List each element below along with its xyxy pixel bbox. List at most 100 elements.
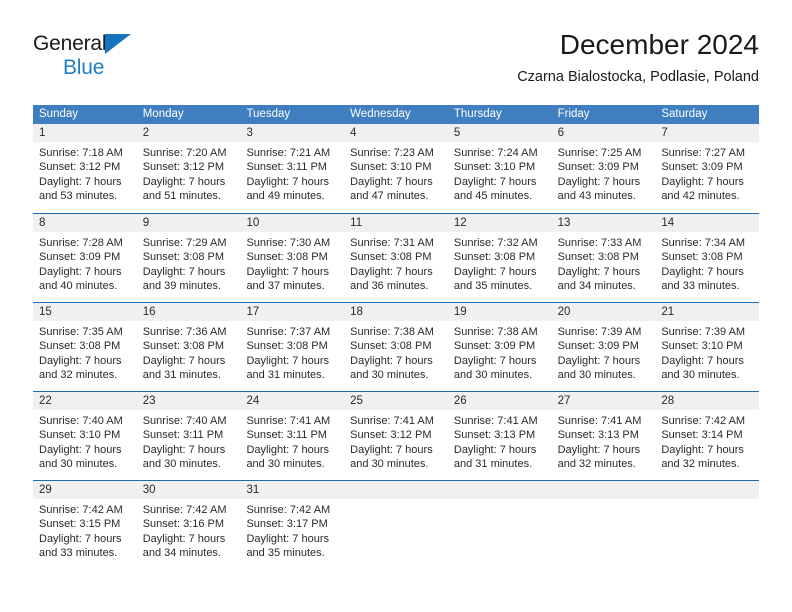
calendar-day-cell[interactable]: 13 Sunrise: 7:33 AM Sunset: 3:08 PM Dayligh… [551, 213, 656, 302]
day-number: 15 [39, 306, 52, 318]
calendar-day-cell[interactable]: 12 Sunrise: 7:32 AM Sunset: 3:08 PM Dayligh… [447, 213, 552, 302]
calendar-day-cell[interactable]: 6 Sunrise: 7:25 AM Sunset: 3:09 PM Daylight… [551, 124, 656, 213]
calendar-day-cell[interactable]: 1 Sunrise: 7:18 AM Sunset: 3:12 PM Daylight… [33, 124, 137, 213]
calendar-day-cell[interactable]: 24 Sunrise: 7:41 AM Sunset: 3:11 PM Dayligh… [240, 391, 345, 480]
daylight-duration-line2: and 30 minutes. [246, 458, 325, 471]
day-number-band: 29 [33, 481, 137, 499]
day-details: Sunrise: 7:21 AM Sunset: 3:11 PM Daylight:… [240, 142, 344, 204]
calendar-day-cell[interactable]: 18 Sunrise: 7:38 AM Sunset: 3:08 PM Dayligh… [344, 302, 448, 391]
daylight-duration-line1: Daylight: 7 hours [453, 354, 537, 367]
calendar-day-cell[interactable]: 19 Sunrise: 7:38 AM Sunset: 3:09 PM Dayligh… [447, 302, 552, 391]
sunrise-time: Sunrise: 7:38 AM [350, 326, 434, 338]
sunrise-time: Sunrise: 7:36 AM [142, 326, 227, 338]
calendar-day-cell[interactable]: 27 Sunrise: 7:41 AM Sunset: 3:13 PM Dayligh… [551, 391, 656, 480]
daylight-duration-line1: Daylight: 7 hours [557, 265, 641, 278]
day-number: 18 [350, 306, 363, 318]
sunrise-time: Sunrise: 7:40 AM [39, 415, 123, 427]
weekday-header-monday: Monday [142, 108, 184, 120]
day-number: 17 [246, 306, 260, 318]
day-number: 9 [142, 217, 150, 229]
calendar-day-cell[interactable]: 16 Sunrise: 7:36 AM Sunset: 3:08 PM Dayligh… [136, 302, 241, 391]
day-details: Sunrise: 7:36 AM Sunset: 3:08 PM Daylight:… [137, 321, 241, 383]
calendar-day-cell[interactable]: 3 Sunrise: 7:21 AM Sunset: 3:11 PM Daylight… [240, 124, 345, 213]
sunset-time: Sunset: 3:09 PM [453, 340, 536, 353]
calendar-day-cell[interactable]: 10 Sunrise: 7:30 AM Sunset: 3:08 PM Dayligh… [240, 213, 345, 302]
calendar-day-cell[interactable]: 28 Sunrise: 7:42 AM Sunset: 3:14 PM Dayligh… [655, 391, 760, 480]
daylight-duration-line1: Daylight: 7 hours [246, 354, 329, 367]
sunset-time: Sunset: 3:08 PM [557, 251, 639, 264]
day-details: Sunrise: 7:40 AM Sunset: 3:10 PM Daylight:… [33, 410, 137, 472]
daylight-duration-line2: and 30 minutes. [350, 458, 429, 471]
generalblue-logo: General Blue [33, 32, 233, 88]
day-details [655, 499, 759, 503]
calendar-day-cell[interactable]: 25 Sunrise: 7:41 AM Sunset: 3:12 PM Dayligh… [344, 391, 448, 480]
calendar-day-cell[interactable]: 15 Sunrise: 7:35 AM Sunset: 3:08 PM Dayligh… [33, 302, 137, 391]
day-number-band: 2 [136, 124, 241, 142]
calendar-week-row: 1 Sunrise: 7:18 AM Sunset: 3:12 PM Daylight… [33, 124, 760, 213]
calendar-day-cell[interactable]: 8 Sunrise: 7:28 AM Sunset: 3:09 PM Daylight… [33, 213, 137, 302]
calendar-day-cell[interactable]: 30 Sunrise: 7:42 AM Sunset: 3:16 PM Dayligh… [136, 480, 241, 569]
calendar-day-cell[interactable]: 5 Sunrise: 7:24 AM Sunset: 3:10 PM Daylight… [447, 124, 552, 213]
sunset-time: Sunset: 3:08 PM [246, 251, 328, 264]
day-number: 6 [557, 127, 564, 139]
sunrise-time: Sunrise: 7:20 AM [142, 147, 227, 159]
calendar-day-cell[interactable]: 7 Sunrise: 7:27 AM Sunset: 3:09 PM Daylight… [655, 124, 760, 213]
calendar-day-cell[interactable]: 9 Sunrise: 7:29 AM Sunset: 3:08 PM Daylight… [136, 213, 241, 302]
day-details: Sunrise: 7:38 AM Sunset: 3:09 PM Daylight:… [448, 321, 552, 383]
sunrise-time: Sunrise: 7:42 AM [142, 504, 227, 516]
daylight-duration-line2: and 36 minutes. [350, 280, 429, 293]
daylight-duration-line2: and 31 minutes. [142, 369, 221, 382]
sunset-time: Sunset: 3:11 PM [246, 161, 327, 174]
day-number: 14 [661, 217, 675, 229]
calendar-day-cell[interactable]: 22 Sunrise: 7:40 AM Sunset: 3:10 PM Dayligh… [33, 391, 137, 480]
day-number-band: 4 [344, 124, 448, 142]
sunrise-time: Sunrise: 7:41 AM [557, 415, 642, 427]
sunset-time: Sunset: 3:08 PM [246, 340, 328, 353]
sunset-time: Sunset: 3:12 PM [39, 161, 121, 174]
day-number-band: 8 [33, 214, 137, 232]
day-details [448, 499, 552, 503]
day-number-band: 15 [33, 303, 137, 321]
calendar-day-cell[interactable]: 17 Sunrise: 7:37 AM Sunset: 3:08 PM Dayligh… [240, 302, 345, 391]
weekday-header-wednesday: Wednesday [350, 108, 411, 120]
calendar-day-cell[interactable]: 29 Sunrise: 7:42 AM Sunset: 3:15 PM Dayligh… [33, 480, 137, 569]
calendar-day-cell[interactable]: 11 Sunrise: 7:31 AM Sunset: 3:08 PM Dayligh… [344, 213, 448, 302]
day-number: 1 [39, 127, 46, 139]
day-details: Sunrise: 7:35 AM Sunset: 3:08 PM Daylight:… [33, 321, 137, 383]
day-details: Sunrise: 7:41 AM Sunset: 3:12 PM Daylight:… [344, 410, 448, 472]
day-details: Sunrise: 7:41 AM Sunset: 3:13 PM Daylight:… [448, 410, 552, 472]
sunset-time: Sunset: 3:12 PM [142, 161, 225, 174]
day-number: 23 [142, 395, 156, 407]
day-number: 8 [39, 217, 46, 229]
calendar-day-cell[interactable]: 26 Sunrise: 7:41 AM Sunset: 3:13 PM Dayligh… [447, 391, 552, 480]
day-number-band: 1 [33, 124, 137, 142]
day-details: Sunrise: 7:39 AM Sunset: 3:10 PM Daylight:… [655, 321, 759, 383]
calendar-day-cell[interactable]: 20 Sunrise: 7:39 AM Sunset: 3:09 PM Dayligh… [551, 302, 656, 391]
day-number: 5 [453, 127, 461, 139]
daylight-duration-line2: and 33 minutes. [661, 280, 740, 293]
calendar-day-cell[interactable]: 23 Sunrise: 7:40 AM Sunset: 3:11 PM Dayligh… [136, 391, 241, 480]
calendar-day-cell[interactable]: 21 Sunrise: 7:39 AM Sunset: 3:10 PM Dayligh… [655, 302, 760, 391]
daylight-duration-line2: and 30 minutes. [142, 458, 221, 471]
calendar-day-cell[interactable]: 14 Sunrise: 7:34 AM Sunset: 3:08 PM Dayligh… [655, 213, 760, 302]
daylight-duration-line1: Daylight: 7 hours [661, 443, 744, 456]
daylight-duration-line2: and 35 minutes. [453, 280, 533, 293]
day-number: 25 [350, 395, 363, 407]
sunrise-time: Sunrise: 7:38 AM [453, 326, 538, 338]
daylight-duration-line1: Daylight: 7 hours [142, 265, 226, 278]
sunset-time: Sunset: 3:08 PM [350, 340, 432, 353]
sunset-time: Sunset: 3:10 PM [661, 340, 743, 353]
daylight-duration-line1: Daylight: 7 hours [246, 175, 329, 188]
day-number-band: 7 [655, 124, 760, 142]
sunset-time: Sunset: 3:08 PM [453, 251, 536, 264]
calendar-day-cell[interactable]: 31 Sunrise: 7:42 AM Sunset: 3:17 PM Dayligh… [240, 480, 345, 569]
calendar-day-cell[interactable]: 4 Sunrise: 7:23 AM Sunset: 3:10 PM Daylight… [344, 124, 448, 213]
day-number-band: 27 [551, 392, 656, 410]
page-header: General Blue December 2024 Czarna Bialos… [33, 28, 759, 96]
day-number: 19 [453, 306, 467, 318]
sunrise-time: Sunrise: 7:24 AM [453, 147, 538, 159]
daylight-duration-line2: and 30 minutes. [350, 369, 429, 382]
day-details: Sunrise: 7:18 AM Sunset: 3:12 PM Daylight:… [33, 142, 137, 204]
day-number: 21 [661, 306, 675, 318]
calendar-day-cell[interactable]: 2 Sunrise: 7:20 AM Sunset: 3:12 PM Daylight… [136, 124, 241, 213]
